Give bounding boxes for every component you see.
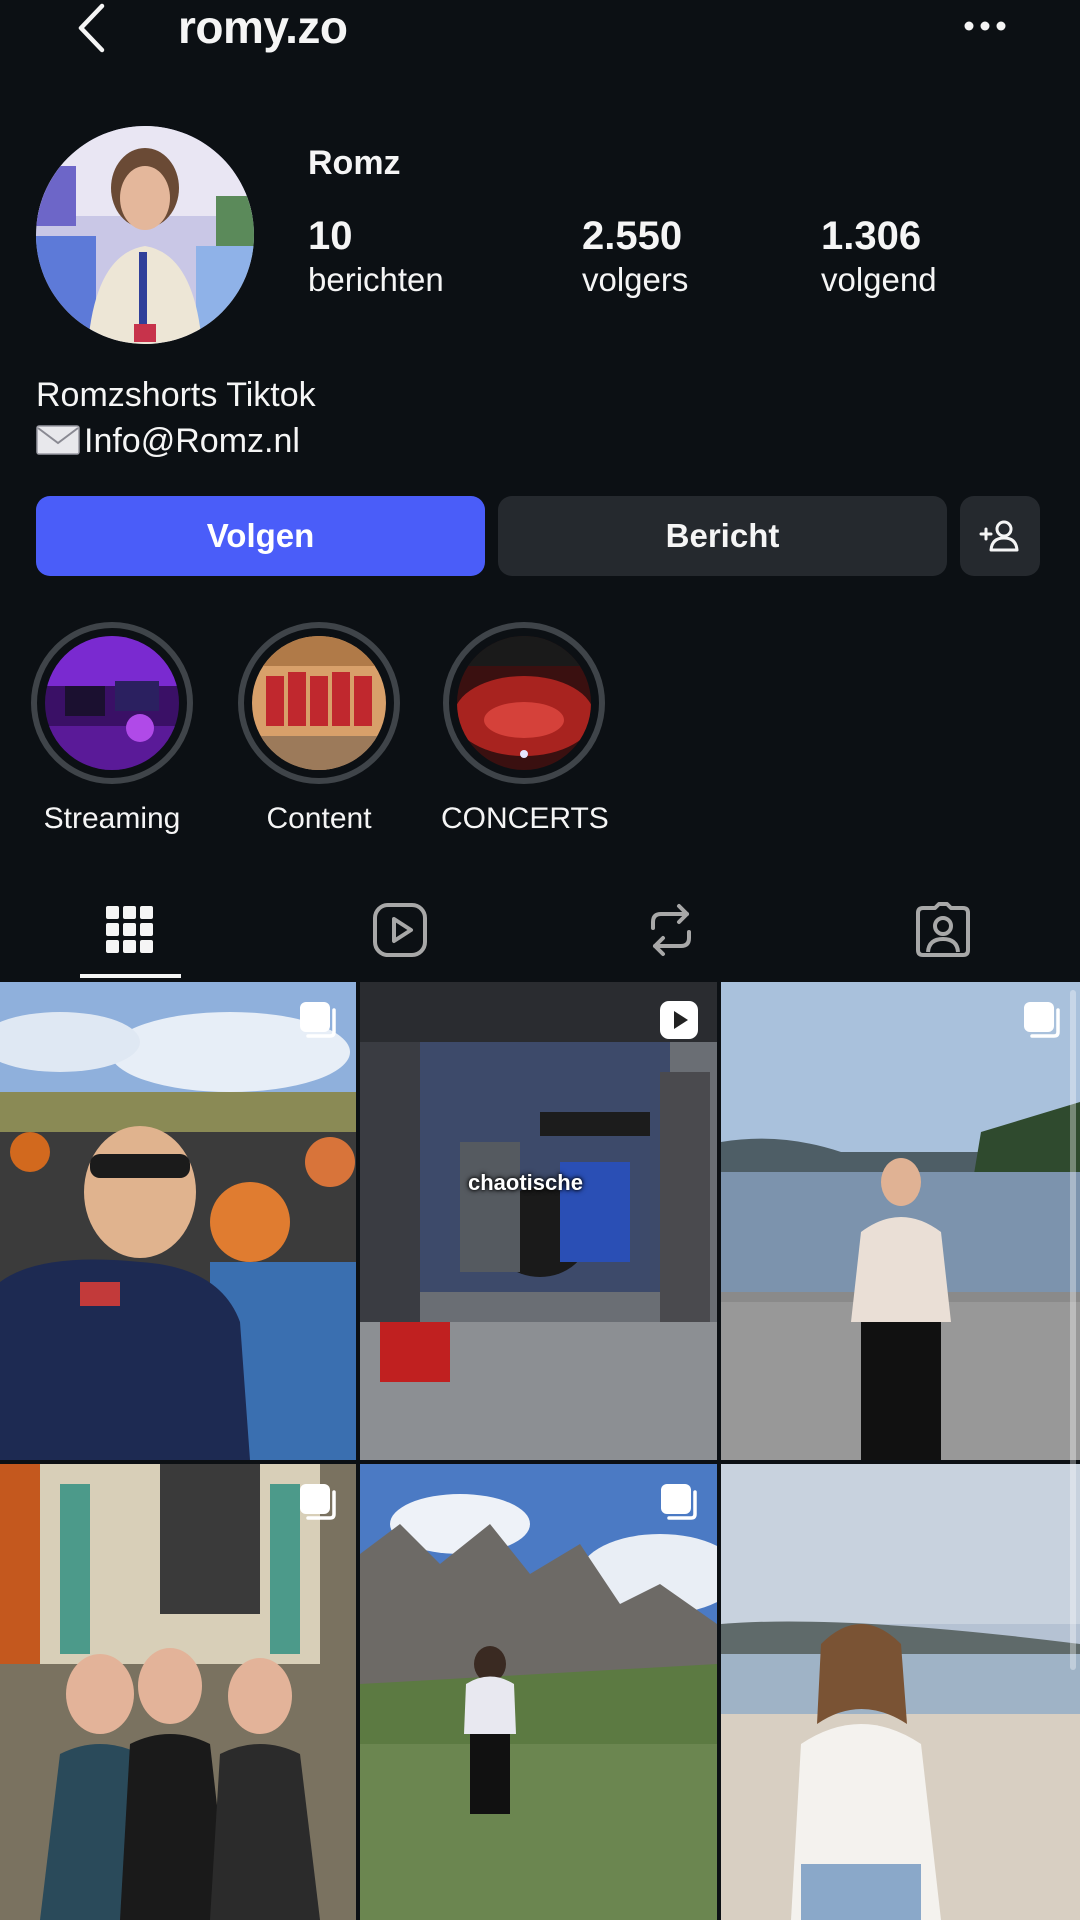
highlight-streaming[interactable]: Streaming — [29, 622, 195, 836]
highlight-content-cover — [252, 636, 386, 770]
tab-posts-grid[interactable] — [40, 880, 220, 980]
message-button[interactable]: Bericht — [498, 496, 947, 576]
bio-email[interactable]: Info@Romz.nl — [84, 422, 300, 460]
envelope-icon — [36, 425, 80, 455]
post-tile[interactable] — [721, 1464, 1080, 1920]
post-tile[interactable] — [360, 1464, 717, 1920]
repost-icon — [651, 904, 691, 956]
chevron-left-icon — [78, 3, 105, 53]
highlight-ring — [31, 622, 193, 784]
reel-icon — [660, 1001, 698, 1039]
stat-posts-label: berichten — [308, 261, 444, 298]
tagged-person-icon — [916, 902, 970, 957]
reels-icon — [373, 903, 427, 957]
highlight-content[interactable]: Content — [236, 622, 402, 836]
tab-reposts[interactable] — [581, 880, 761, 980]
stat-following-label: volgend — [821, 261, 937, 298]
highlight-concerts[interactable]: CONCERTS — [441, 622, 609, 836]
grid-icon — [106, 906, 153, 953]
carousel-icon — [661, 1484, 697, 1520]
active-tab-indicator — [80, 974, 181, 978]
bio-line-1: Romzshorts Tiktok — [36, 376, 316, 414]
highlight-streaming-cover — [45, 636, 179, 770]
stat-posts[interactable]: 10 berichten — [308, 214, 444, 302]
display-name: Romz — [308, 144, 401, 182]
stat-followers-value: 2.550 — [582, 214, 683, 258]
bio-line-2: Info@Romz.nl — [36, 418, 316, 464]
post-overlay-text: chaotische — [468, 1170, 583, 1195]
profile-page: romy.zo Romz 10 berichten 2.550 volgers … — [0, 0, 1080, 1920]
post-image — [360, 982, 717, 1460]
highlight-concerts-cover — [457, 636, 591, 770]
highlight-streaming-label: Streaming — [43, 802, 181, 835]
carousel-icon — [300, 1484, 336, 1520]
stat-posts-value: 10 — [308, 214, 353, 258]
post-tile[interactable] — [0, 982, 356, 1460]
highlight-ring — [238, 622, 400, 784]
stat-following[interactable]: 1.306 volgend — [821, 214, 937, 302]
post-tile[interactable] — [721, 982, 1080, 1460]
post-image — [721, 982, 1080, 1460]
scrollbar[interactable] — [1070, 990, 1076, 1670]
post-tile[interactable] — [0, 1464, 356, 1920]
more-dots-icon — [964, 21, 1006, 31]
post-image — [0, 982, 356, 1460]
tab-reels[interactable] — [310, 880, 490, 980]
avatar-image — [36, 126, 254, 344]
post-image — [721, 1464, 1080, 1920]
top-bar: romy.zo — [0, 0, 1080, 60]
tab-tagged[interactable] — [853, 880, 1033, 980]
follow-button[interactable]: Volgen — [36, 496, 485, 576]
profile-bio: Romzshorts Tiktok Info@Romz.nl — [36, 372, 316, 464]
highlight-content-label: Content — [266, 802, 372, 835]
stat-followers[interactable]: 2.550 volgers — [582, 214, 688, 302]
add-person-icon — [979, 520, 1019, 552]
highlight-ring — [443, 622, 605, 784]
more-options-button[interactable] — [960, 8, 1010, 44]
highlight-concerts-label: CONCERTS — [441, 802, 609, 835]
post-tile[interactable]: chaotische — [360, 982, 717, 1460]
post-image — [0, 1464, 356, 1920]
carousel-icon — [300, 1002, 336, 1038]
stat-followers-label: volgers — [582, 261, 689, 298]
carousel-icon — [1024, 1002, 1060, 1038]
profile-tabs — [0, 880, 1080, 980]
suggested-users-button[interactable] — [960, 496, 1040, 576]
post-image — [360, 1464, 717, 1920]
profile-avatar[interactable] — [36, 126, 254, 344]
stat-following-value: 1.306 — [821, 214, 922, 258]
back-button[interactable] — [66, 0, 116, 56]
profile-username: romy.zo — [178, 1, 348, 53]
